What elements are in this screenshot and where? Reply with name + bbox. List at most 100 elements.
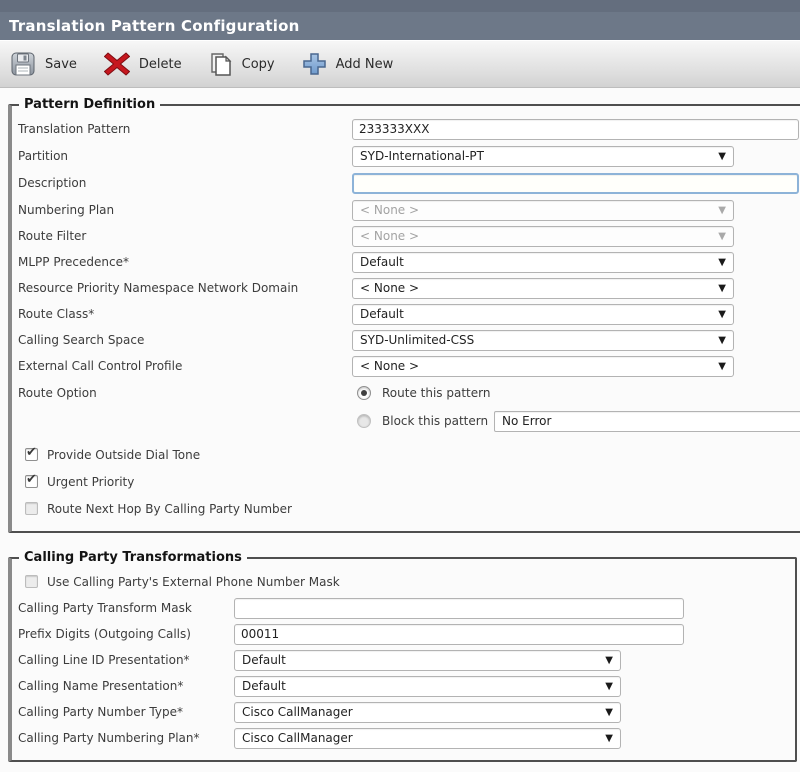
- numbering-plan-row-2: Calling Party Numbering Plan* Cisco Call…: [18, 725, 789, 751]
- number-type-select[interactable]: Cisco CallManager ▼: [234, 702, 621, 723]
- name-presentation-label: Calling Name Presentation*: [18, 679, 234, 693]
- external-call-control-row: External Call Control Profile < None > ▼: [18, 353, 799, 379]
- provide-outside-dial-tone-checkbox[interactable]: [25, 448, 38, 461]
- calling-party-numbering-plan-select[interactable]: Cisco CallManager ▼: [234, 728, 621, 749]
- external-phone-mask-row: Use Calling Party's External Phone Numbe…: [18, 568, 789, 595]
- form-content: Pattern Definition Translation Pattern P…: [0, 88, 800, 772]
- number-type-label: Calling Party Number Type*: [18, 705, 234, 719]
- numbering-plan-value: < None >: [360, 203, 419, 217]
- partition-select[interactable]: SYD-International-PT ▼: [352, 146, 734, 167]
- route-this-pattern-radio[interactable]: [357, 386, 371, 400]
- block-this-pattern-option: Block this pattern No Error: [352, 407, 799, 435]
- resource-priority-value: < None >: [360, 281, 419, 295]
- prefix-digits-label: Prefix Digits (Outgoing Calls): [18, 627, 234, 641]
- block-reason-value: No Error: [502, 414, 551, 428]
- transform-mask-label: Calling Party Transform Mask: [18, 601, 234, 615]
- translation-pattern-input[interactable]: [352, 119, 799, 140]
- resource-priority-row: Resource Priority Namespace Network Doma…: [18, 275, 799, 301]
- add-new-button-label: Add New: [336, 57, 394, 72]
- calling-party-transformations-section: Calling Party Transformations Use Callin…: [8, 550, 797, 762]
- external-phone-mask-checkbox[interactable]: [25, 575, 38, 588]
- route-class-select[interactable]: Default ▼: [352, 304, 734, 325]
- chevron-down-icon: ▼: [718, 151, 726, 163]
- numbering-plan-row: Numbering Plan < None > ▼: [18, 197, 799, 223]
- route-option-group: Route this pattern Block this pattern No…: [352, 379, 799, 435]
- route-filter-value: < None >: [360, 229, 419, 243]
- description-input[interactable]: [352, 173, 799, 194]
- line-id-presentation-select[interactable]: Default ▼: [234, 650, 621, 671]
- pattern-definition-section: Pattern Definition Translation Pattern P…: [8, 97, 800, 533]
- save-button[interactable]: Save: [10, 51, 77, 77]
- page-title: Translation Pattern Configuration: [0, 12, 800, 40]
- translation-pattern-label: Translation Pattern: [18, 122, 352, 136]
- chevron-down-icon: ▼: [718, 361, 726, 373]
- mlpp-precedence-value: Default: [360, 255, 404, 269]
- route-class-value: Default: [360, 307, 404, 321]
- copy-icon: [209, 51, 233, 78]
- delete-button[interactable]: Delete: [104, 52, 182, 76]
- calling-party-transformations-legend: Calling Party Transformations: [19, 550, 247, 565]
- delete-icon: [104, 52, 130, 76]
- numbering-plan-select: < None > ▼: [352, 200, 734, 221]
- route-next-hop-label: Route Next Hop By Calling Party Number: [47, 502, 292, 516]
- prefix-digits-row: Prefix Digits (Outgoing Calls): [18, 621, 789, 647]
- chevron-down-icon: ▼: [718, 231, 726, 243]
- mlpp-precedence-select[interactable]: Default ▼: [352, 252, 734, 273]
- chevron-down-icon: ▼: [718, 335, 726, 347]
- route-filter-select: < None > ▼: [352, 226, 734, 247]
- save-button-label: Save: [45, 57, 77, 72]
- urgent-priority-checkbox[interactable]: [25, 475, 38, 488]
- resource-priority-label: Resource Priority Namespace Network Doma…: [18, 281, 352, 295]
- route-class-row: Route Class* Default ▼: [18, 301, 799, 327]
- urgent-priority-label: Urgent Priority: [47, 475, 134, 489]
- copy-button[interactable]: Copy: [209, 51, 275, 78]
- add-new-icon: [302, 52, 327, 76]
- urgent-priority-row: Urgent Priority: [18, 468, 799, 495]
- mlpp-precedence-row: MLPP Precedence* Default ▼: [18, 249, 799, 275]
- line-id-presentation-value: Default: [242, 653, 286, 667]
- numbering-plan-label: Numbering Plan: [18, 203, 352, 217]
- calling-party-numbering-plan-label: Calling Party Numbering Plan*: [18, 731, 234, 745]
- line-id-presentation-row: Calling Line ID Presentation* Default ▼: [18, 647, 789, 673]
- name-presentation-row: Calling Name Presentation* Default ▼: [18, 673, 789, 699]
- provide-outside-dial-tone-label: Provide Outside Dial Tone: [47, 448, 200, 462]
- prefix-digits-input[interactable]: [234, 624, 684, 645]
- delete-button-label: Delete: [139, 57, 182, 72]
- route-option-label: Route Option: [18, 379, 352, 400]
- external-call-control-select[interactable]: < None > ▼: [352, 356, 734, 377]
- block-reason-select[interactable]: No Error: [494, 411, 800, 432]
- description-row: Description: [18, 169, 799, 197]
- route-filter-label: Route Filter: [18, 229, 352, 243]
- provide-outside-dial-tone-row: Provide Outside Dial Tone: [18, 441, 799, 468]
- block-this-pattern-radio[interactable]: [357, 414, 371, 428]
- line-id-presentation-label: Calling Line ID Presentation*: [18, 653, 234, 667]
- chevron-down-icon: ▼: [605, 707, 613, 719]
- chevron-down-icon: ▼: [605, 655, 613, 667]
- translation-pattern-row: Translation Pattern: [18, 115, 799, 143]
- transform-mask-row: Calling Party Transform Mask: [18, 595, 789, 621]
- chevron-down-icon: ▼: [718, 309, 726, 321]
- partition-row: Partition SYD-International-PT ▼: [18, 143, 799, 169]
- copy-button-label: Copy: [242, 57, 275, 72]
- route-next-hop-checkbox[interactable]: [25, 502, 38, 515]
- pattern-definition-legend: Pattern Definition: [19, 97, 160, 112]
- partition-value: SYD-International-PT: [360, 149, 484, 163]
- name-presentation-select[interactable]: Default ▼: [234, 676, 621, 697]
- chevron-down-icon: ▼: [605, 681, 613, 693]
- top-strip: [0, 0, 800, 12]
- transform-mask-input[interactable]: [234, 598, 684, 619]
- calling-party-numbering-plan-value: Cisco CallManager: [242, 731, 353, 745]
- resource-priority-select[interactable]: < None > ▼: [352, 278, 734, 299]
- route-class-label: Route Class*: [18, 307, 352, 321]
- chevron-down-icon: ▼: [718, 205, 726, 217]
- description-label: Description: [18, 176, 352, 190]
- calling-search-space-label: Calling Search Space: [18, 333, 352, 347]
- chevron-down-icon: ▼: [718, 283, 726, 295]
- partition-label: Partition: [18, 149, 352, 163]
- name-presentation-value: Default: [242, 679, 286, 693]
- calling-search-space-row: Calling Search Space SYD-Unlimited-CSS ▼: [18, 327, 799, 353]
- calling-search-space-select[interactable]: SYD-Unlimited-CSS ▼: [352, 330, 734, 351]
- calling-search-space-value: SYD-Unlimited-CSS: [360, 333, 474, 347]
- route-next-hop-row: Route Next Hop By Calling Party Number: [18, 495, 799, 522]
- add-new-button[interactable]: Add New: [302, 52, 394, 76]
